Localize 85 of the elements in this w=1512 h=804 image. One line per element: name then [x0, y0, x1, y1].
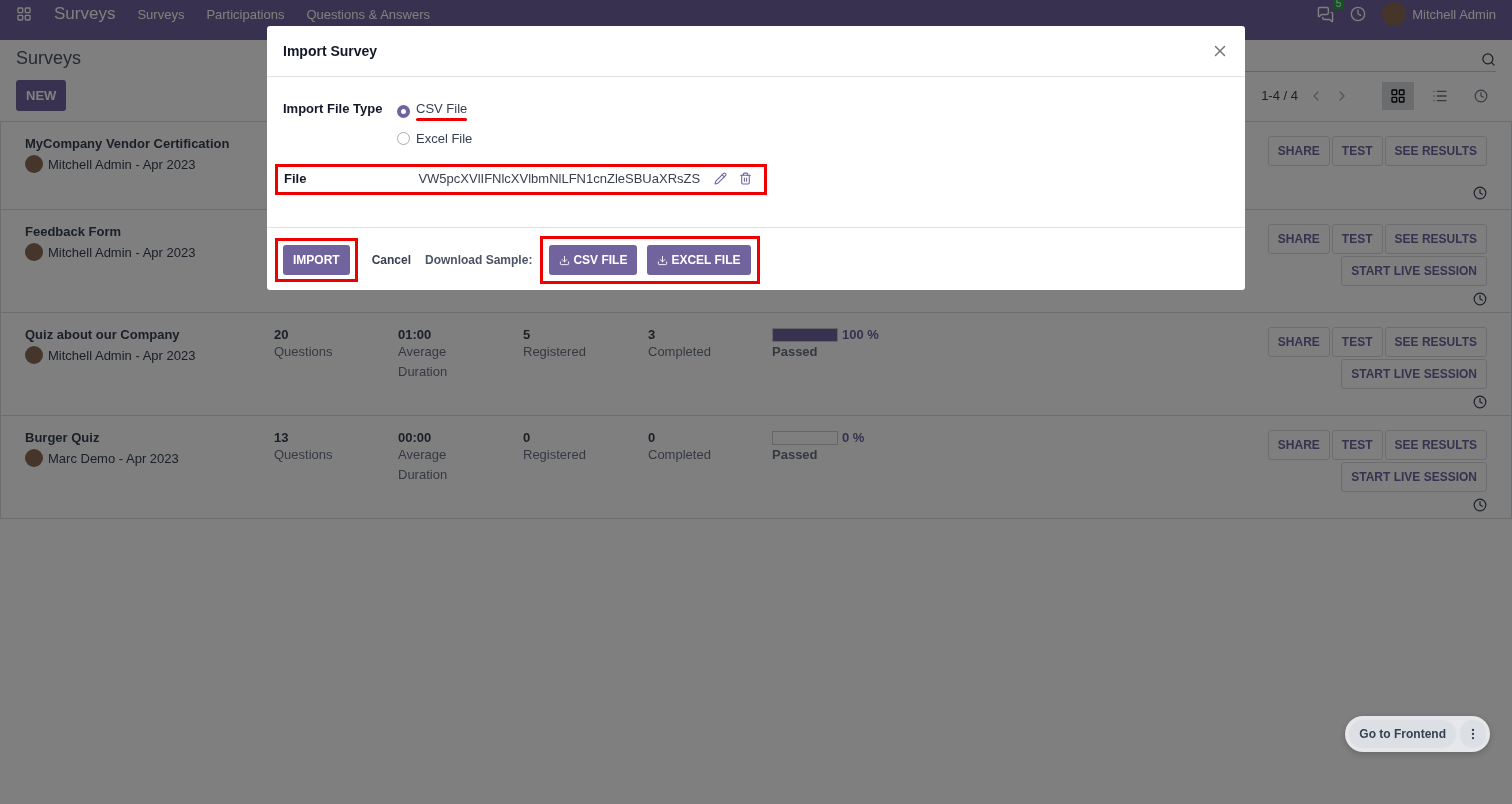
survey-action-button[interactable]: TEST [1331, 430, 1383, 460]
survey-author: Mitchell Admin - Apr 2023 [48, 244, 196, 260]
menu-item[interactable]: Questions & Answers [306, 6, 430, 22]
survey-author: Mitchell Admin - Apr 2023 [48, 347, 196, 363]
stat-value: 00:00 [398, 430, 433, 445]
stat-label: Registered [523, 343, 587, 361]
survey-action-button[interactable]: SHARE [1267, 224, 1330, 254]
clock-icon[interactable] [1473, 395, 1487, 409]
cancel-button[interactable]: Cancel [365, 253, 418, 267]
chat-icon[interactable] [1317, 5, 1335, 23]
more-options-button[interactable] [1460, 720, 1486, 748]
survey-action-button[interactable]: SEE RESULTS [1384, 136, 1487, 166]
stat-value: 01:00 [398, 327, 433, 342]
author-avatar [25, 155, 43, 173]
download-button[interactable]: EXCEL FILE [647, 245, 751, 275]
import-button[interactable]: IMPORT [283, 245, 350, 275]
radio-option[interactable]: CSV File [397, 101, 468, 121]
survey-author: Mitchell Admin - Apr 2023 [48, 156, 196, 172]
download-button[interactable]: CSV FILE [549, 245, 638, 275]
download-icon [559, 254, 571, 266]
file-name: VW5pcXVlIFNlcXVlbmNlLFN1cnZleSBUaXRsZS [418, 171, 701, 186]
download-sample-label: Download Sample: [425, 253, 533, 267]
clock-icon[interactable] [1473, 292, 1487, 306]
stat-value: 0 [523, 430, 532, 445]
clock-icon[interactable] [1473, 498, 1487, 512]
field-label: Import File Type [283, 101, 384, 118]
survey-title: Quiz about our Company [25, 327, 181, 342]
survey-action-button[interactable]: SEE RESULTS [1384, 224, 1487, 254]
passed-label: Passed [772, 343, 819, 361]
survey-action-button[interactable]: SEE RESULTS [1384, 430, 1487, 460]
survey-action-button[interactable]: SHARE [1267, 136, 1330, 166]
stat-value: 13 [274, 430, 290, 445]
progress-percent: 100 % [842, 327, 879, 342]
stat-value: 0 [648, 430, 657, 445]
survey-action-button[interactable]: SHARE [1267, 430, 1330, 460]
pager-value: 1-4 / 4 [1261, 88, 1298, 103]
author-avatar [25, 346, 43, 364]
survey-action-button[interactable]: TEST [1331, 327, 1383, 357]
apps-icon[interactable] [16, 6, 32, 22]
search-icon [1481, 52, 1496, 67]
live-session-button[interactable]: START LIVE SESSION [1341, 256, 1487, 286]
stat-label: Questions [274, 446, 334, 464]
author-avatar [25, 449, 43, 467]
stat-label: Average Duration [398, 446, 449, 484]
stat-value: 5 [523, 327, 532, 342]
dialog-title: Import Survey [283, 43, 378, 59]
download-icon [657, 254, 669, 266]
progress-percent: 0 % [842, 430, 865, 445]
stat-value: 20 [274, 327, 290, 342]
menu-item[interactable]: Surveys [137, 6, 185, 22]
menu-item[interactable]: Participations [206, 6, 285, 22]
survey-action-button[interactable]: TEST [1331, 224, 1383, 254]
user-avatar [1382, 2, 1407, 26]
stat-label: Questions [274, 343, 334, 361]
user-name[interactable]: Mitchell Admin [1412, 6, 1496, 22]
go-to-frontend-button[interactable]: Go to Frontend [1349, 720, 1456, 748]
radio-icon[interactable] [397, 104, 410, 118]
survey-action-button[interactable]: SEE RESULTS [1384, 327, 1487, 357]
new-button[interactable]: NEW [16, 80, 67, 111]
clock-icon[interactable] [1473, 186, 1487, 200]
field-label: File [284, 171, 307, 186]
survey-title: MyCompany Vendor Certification [25, 136, 231, 151]
app-name: Surveys [54, 4, 116, 24]
message-count: 5 [1332, 0, 1345, 9]
live-session-button[interactable]: START LIVE SESSION [1341, 359, 1487, 389]
kanban-icon [1390, 87, 1406, 104]
stat-value: 3 [648, 327, 657, 342]
stat-label: Completed [648, 343, 712, 361]
stat-label: Average Duration [398, 343, 449, 381]
clock-icon [1474, 88, 1488, 103]
passed-label: Passed [772, 446, 819, 464]
survey-author: Marc Demo - Apr 2023 [48, 450, 179, 466]
live-session-button[interactable]: START LIVE SESSION [1341, 462, 1487, 492]
survey-action-button[interactable]: SHARE [1267, 327, 1330, 357]
radio-option[interactable]: Excel File [397, 131, 473, 146]
stat-label: Registered [523, 446, 587, 464]
stat-label: Completed [648, 446, 712, 464]
page-title: Surveys [16, 48, 82, 70]
survey-action-button[interactable]: TEST [1331, 136, 1383, 166]
survey-title: Feedback Form [25, 224, 123, 239]
view-switch-button[interactable] [1382, 81, 1414, 110]
radio-icon[interactable] [397, 132, 410, 145]
author-avatar [25, 243, 43, 261]
survey-title: Burger Quiz [25, 430, 101, 445]
highlight-underline [416, 118, 468, 121]
